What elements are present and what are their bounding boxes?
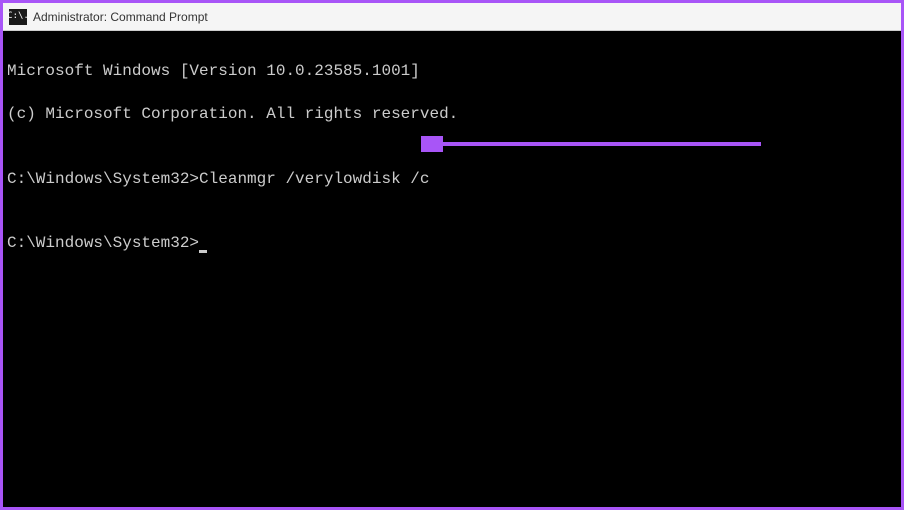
prompt-path: C:\Windows\System32> xyxy=(7,234,199,252)
cursor xyxy=(199,250,207,253)
version-line: Microsoft Windows [Version 10.0.23585.10… xyxy=(7,61,897,83)
terminal-body[interactable]: Microsoft Windows [Version 10.0.23585.10… xyxy=(3,31,901,507)
cmd-icon: C:\. xyxy=(9,9,27,25)
prompt-path: C:\Windows\System32> xyxy=(7,170,199,188)
cmd-icon-glyph: C:\. xyxy=(7,12,29,21)
titlebar: C:\. Administrator: Command Prompt xyxy=(3,3,901,31)
copyright-line: (c) Microsoft Corporation. All rights re… xyxy=(7,104,897,126)
annotation-arrow-icon xyxy=(421,136,761,152)
command-text: Cleanmgr /verylowdisk /c xyxy=(199,170,429,188)
command-line-2: C:\Windows\System32> xyxy=(7,233,897,255)
window-title: Administrator: Command Prompt xyxy=(33,10,208,24)
command-line-1: C:\Windows\System32>Cleanmgr /verylowdis… xyxy=(7,169,897,191)
